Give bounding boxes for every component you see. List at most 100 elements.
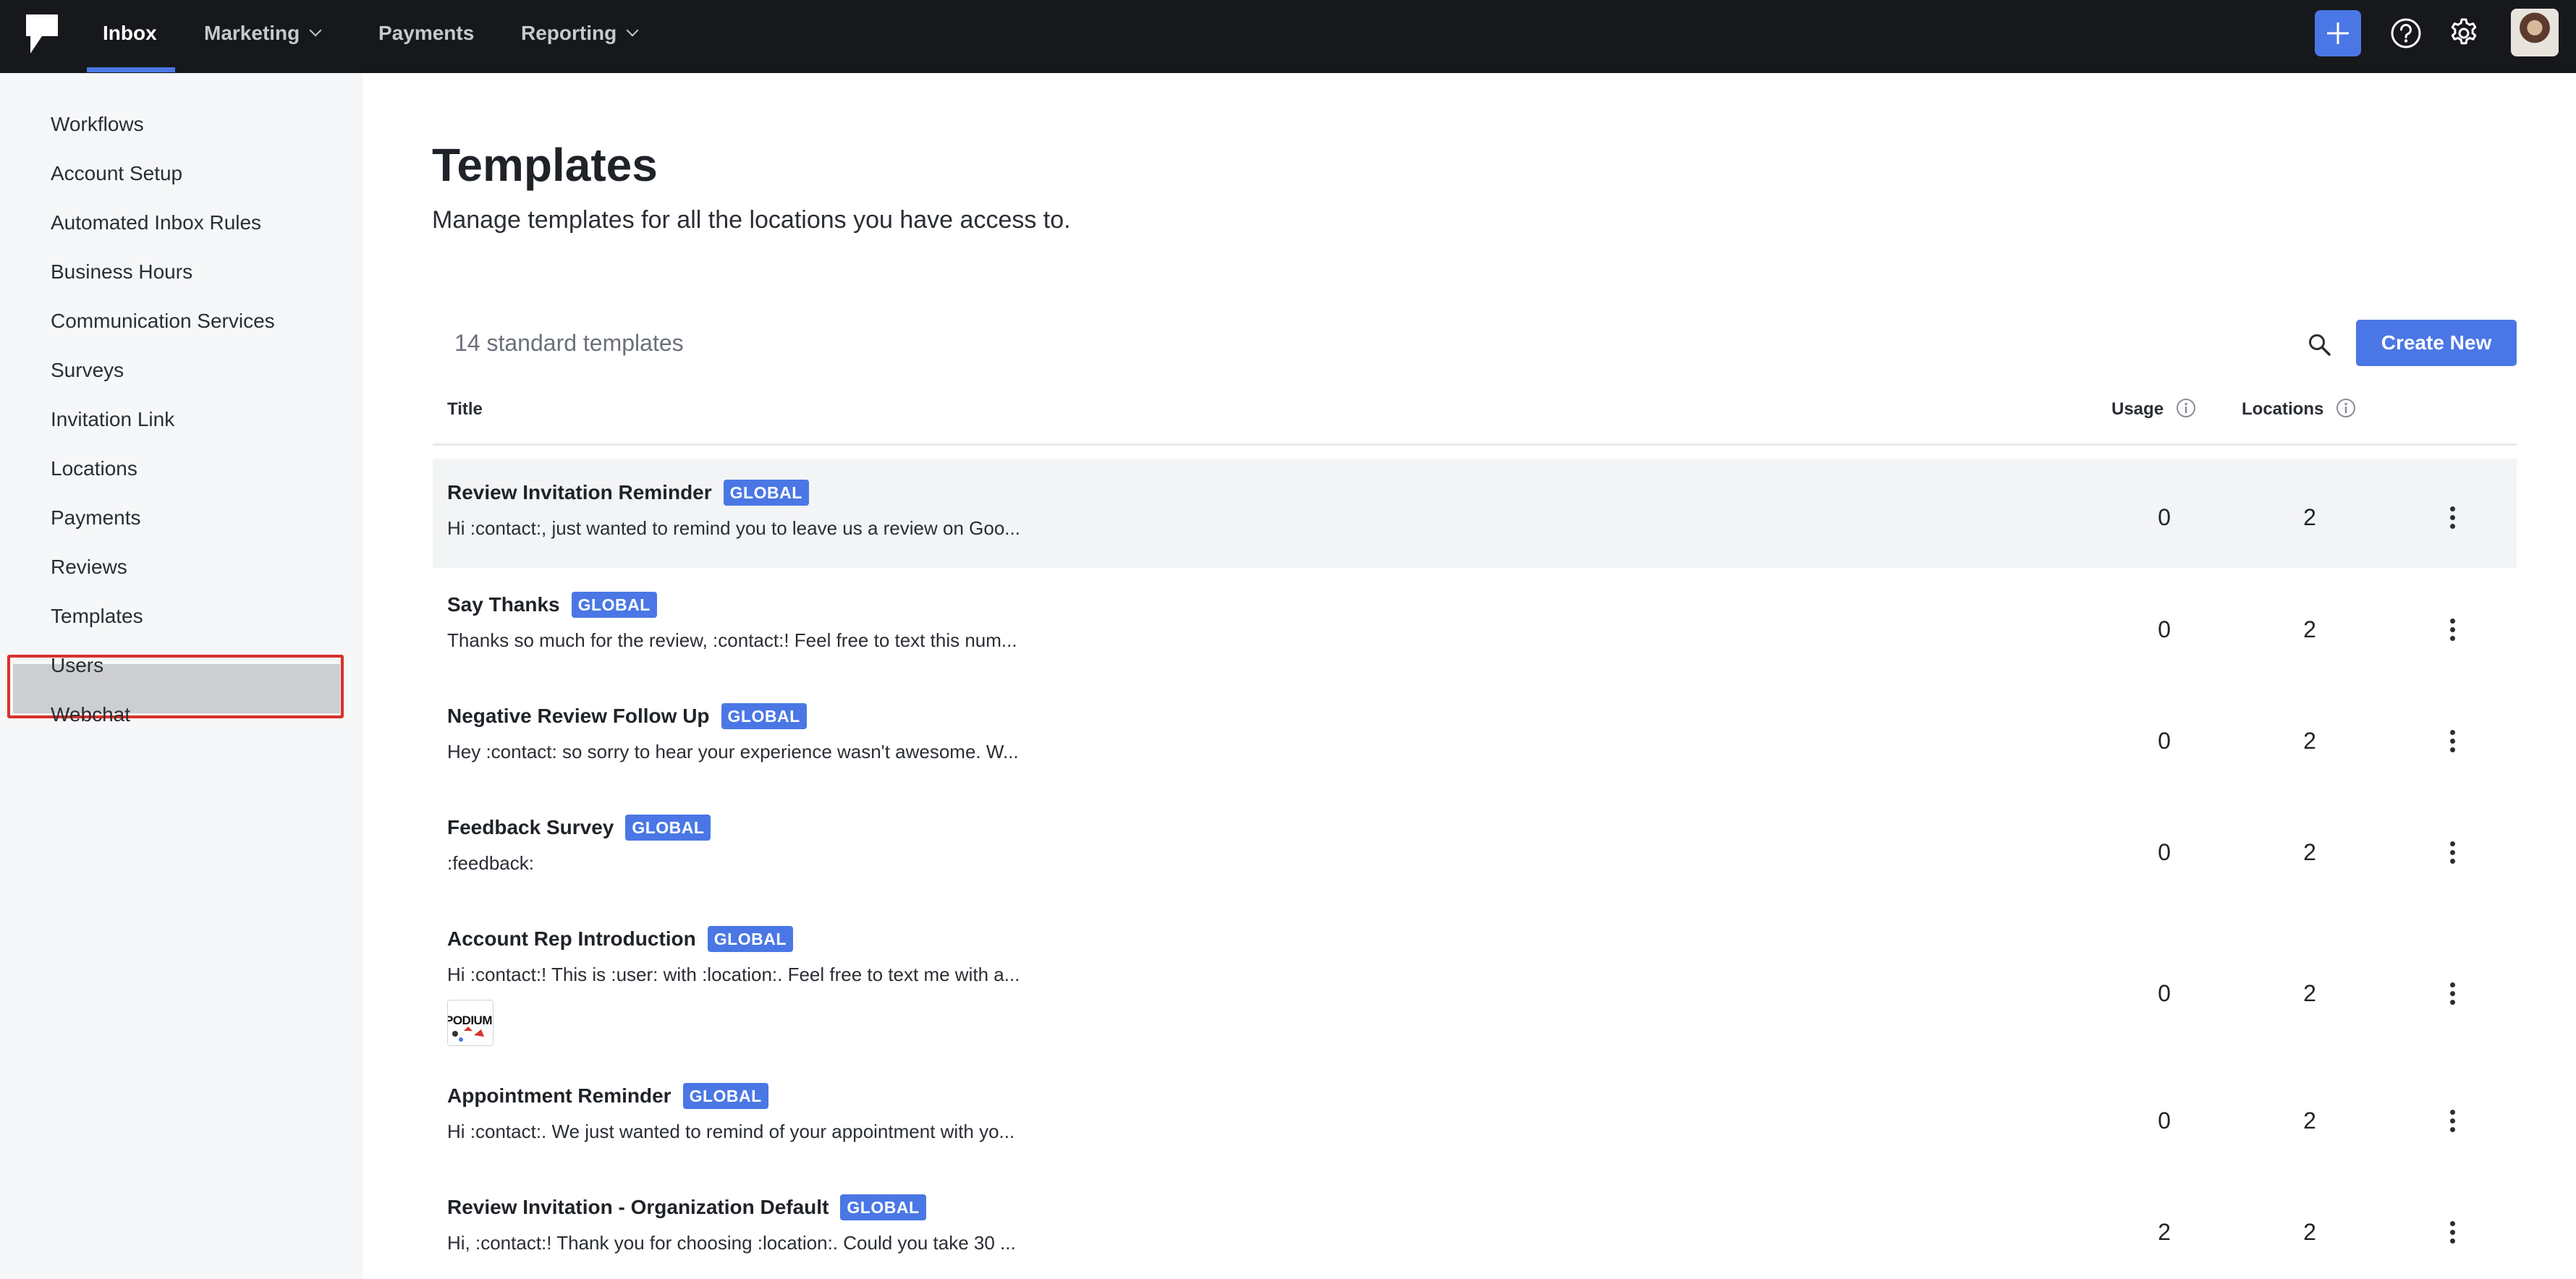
global-badge: GLOBAL (682, 1083, 768, 1109)
sidebar-item-surveys[interactable]: Surveys (51, 357, 124, 383)
usage-count: 0 (2158, 504, 2171, 530)
column-header-title[interactable]: Title (447, 398, 483, 421)
sidebar-item-automated-inbox-rules[interactable]: Automated Inbox Rules (51, 210, 261, 236)
sidebar-item-payments[interactable]: Payments (51, 505, 141, 531)
row-title-group: Say Thanks GLOBAL (447, 592, 657, 618)
settings-sidebar: Workflows Account Setup Automated Inbox … (0, 73, 363, 1279)
gear-icon[interactable] (2448, 17, 2480, 49)
sidebar-item-users[interactable]: Users (51, 653, 103, 679)
more-options-icon[interactable] (2441, 503, 2463, 532)
column-header-locations-label: Locations (2242, 399, 2324, 419)
column-header-locations[interactable]: Locations (2242, 398, 2356, 421)
row-title-group: Review Invitation - Organization Default… (447, 1194, 926, 1220)
sidebar-item-communication-services[interactable]: Communication Services (51, 308, 275, 334)
row-title-group: Appointment Reminder GLOBAL (447, 1083, 768, 1109)
row-title-group: Review Invitation Reminder GLOBAL (447, 480, 809, 506)
template-title: Feedback Survey (447, 816, 614, 838)
attachment-thumbnail[interactable]: PODIUM (447, 1000, 493, 1046)
table-row[interactable]: Negative Review Follow Up GLOBAL Hey :con… (433, 679, 2517, 791)
sidebar-item-workflows[interactable]: Workflows (51, 111, 144, 137)
locations-count: 2 (2303, 1108, 2316, 1134)
nav-marketing[interactable]: Marketing (204, 0, 322, 73)
table-header-divider (433, 443, 2517, 446)
more-options-icon[interactable] (2441, 1218, 2463, 1247)
usage-count: 0 (2158, 728, 2171, 754)
nav-marketing-label: Marketing (204, 22, 300, 44)
sidebar-item-reviews[interactable]: Reviews (51, 554, 127, 580)
global-badge: GLOBAL (571, 592, 657, 618)
template-preview: Hey :contact: so sorry to hear your expe… (447, 741, 1019, 762)
nav-payments[interactable]: Payments (378, 0, 474, 73)
table-row[interactable]: Appointment Reminder GLOBAL Hi :contact:.… (433, 1059, 2517, 1170)
global-badge: GLOBAL (840, 1194, 926, 1220)
thumbnail-art-icon (452, 1027, 484, 1042)
locations-count: 2 (2303, 980, 2316, 1006)
podium-logo-icon[interactable] (26, 14, 58, 54)
sidebar-item-business-hours[interactable]: Business Hours (51, 259, 192, 285)
top-navigation-bar: Inbox Marketing Payments Reporting (0, 0, 2576, 73)
locations-count: 2 (2303, 839, 2316, 865)
global-badge: GLOBAL (723, 480, 809, 506)
column-header-usage[interactable]: Usage (2111, 398, 2196, 421)
more-options-icon[interactable] (2441, 727, 2463, 756)
info-icon[interactable] (2336, 398, 2356, 418)
page-subtitle: Manage templates for all the locations y… (432, 206, 1071, 234)
nav-payments-label: Payments (378, 22, 475, 44)
column-header-title-label: Title (447, 399, 483, 419)
template-preview: Hi, :contact:! Thank you for choosing :l… (447, 1232, 1016, 1254)
template-title: Review Invitation - Organization Default (447, 1196, 829, 1218)
more-options-icon[interactable] (2441, 980, 2463, 1008)
locations-count: 2 (2303, 616, 2316, 642)
more-options-icon[interactable] (2441, 616, 2463, 645)
sidebar-item-templates[interactable]: Templates (51, 603, 143, 629)
row-title-group: Account Rep Introduction GLOBAL (447, 926, 793, 952)
template-preview: Thanks so much for the review, :contact:… (447, 629, 1017, 651)
column-header-usage-label: Usage (2111, 399, 2164, 419)
info-icon[interactable] (2176, 398, 2196, 418)
chevron-down-icon (626, 24, 639, 37)
nav-inbox[interactable]: Inbox (103, 0, 157, 73)
create-new-button[interactable]: Create New (2356, 320, 2517, 366)
more-options-icon[interactable] (2441, 1107, 2463, 1136)
sidebar-item-invitation-link[interactable]: Invitation Link (51, 407, 174, 433)
template-title: Say Thanks (447, 593, 560, 616)
plus-icon[interactable] (2315, 10, 2361, 56)
template-title: Account Rep Introduction (447, 927, 696, 950)
nav-reporting[interactable]: Reporting (521, 0, 639, 73)
locations-count: 2 (2303, 728, 2316, 754)
template-preview: Hi :contact:. We just wanted to remind o… (447, 1121, 1015, 1142)
template-title: Negative Review Follow Up (447, 705, 710, 727)
template-preview: Hi :contact:! This is :user: with :locat… (447, 964, 1020, 985)
usage-count: 0 (2158, 839, 2171, 865)
usage-count: 2 (2158, 1219, 2171, 1245)
global-badge: GLOBAL (625, 815, 711, 841)
chevron-down-icon (309, 24, 322, 37)
avatar[interactable] (2511, 9, 2559, 56)
table-row[interactable]: Account Rep Introduction GLOBAL Hi :conta… (433, 902, 2517, 1059)
sidebar-item-webchat[interactable]: Webchat (51, 702, 130, 728)
template-preview: :feedback: (447, 852, 534, 874)
locations-count: 2 (2303, 1219, 2316, 1245)
locations-count: 2 (2303, 504, 2316, 530)
sidebar-item-account-setup[interactable]: Account Setup (51, 161, 182, 187)
template-title: Review Invitation Reminder (447, 481, 712, 503)
usage-count: 0 (2158, 980, 2171, 1006)
row-title-group: Negative Review Follow Up GLOBAL (447, 703, 807, 729)
nav-active-indicator (87, 67, 175, 72)
search-icon[interactable] (2306, 331, 2334, 359)
nav-inbox-label: Inbox (103, 22, 157, 44)
sidebar-item-locations[interactable]: Locations (51, 456, 137, 482)
template-title: Appointment Reminder (447, 1084, 671, 1107)
table-row[interactable]: Review Invitation - Organization Default… (433, 1170, 2517, 1279)
table-row[interactable]: Review Invitation Reminder GLOBAL Hi :con… (433, 459, 2517, 568)
table-row[interactable]: Say Thanks GLOBAL Thanks so much for the … (433, 568, 2517, 679)
table-row[interactable]: Feedback Survey GLOBAL :feedback: 0 2 (433, 791, 2517, 902)
usage-count: 0 (2158, 1108, 2171, 1134)
help-icon[interactable] (2390, 17, 2422, 49)
template-preview: Hi :contact:, just wanted to remind you … (447, 517, 1020, 539)
global-badge: GLOBAL (707, 926, 793, 952)
more-options-icon[interactable] (2441, 838, 2463, 867)
global-badge: GLOBAL (721, 703, 807, 729)
page-title: Templates (432, 139, 658, 191)
nav-reporting-label: Reporting (521, 22, 617, 44)
